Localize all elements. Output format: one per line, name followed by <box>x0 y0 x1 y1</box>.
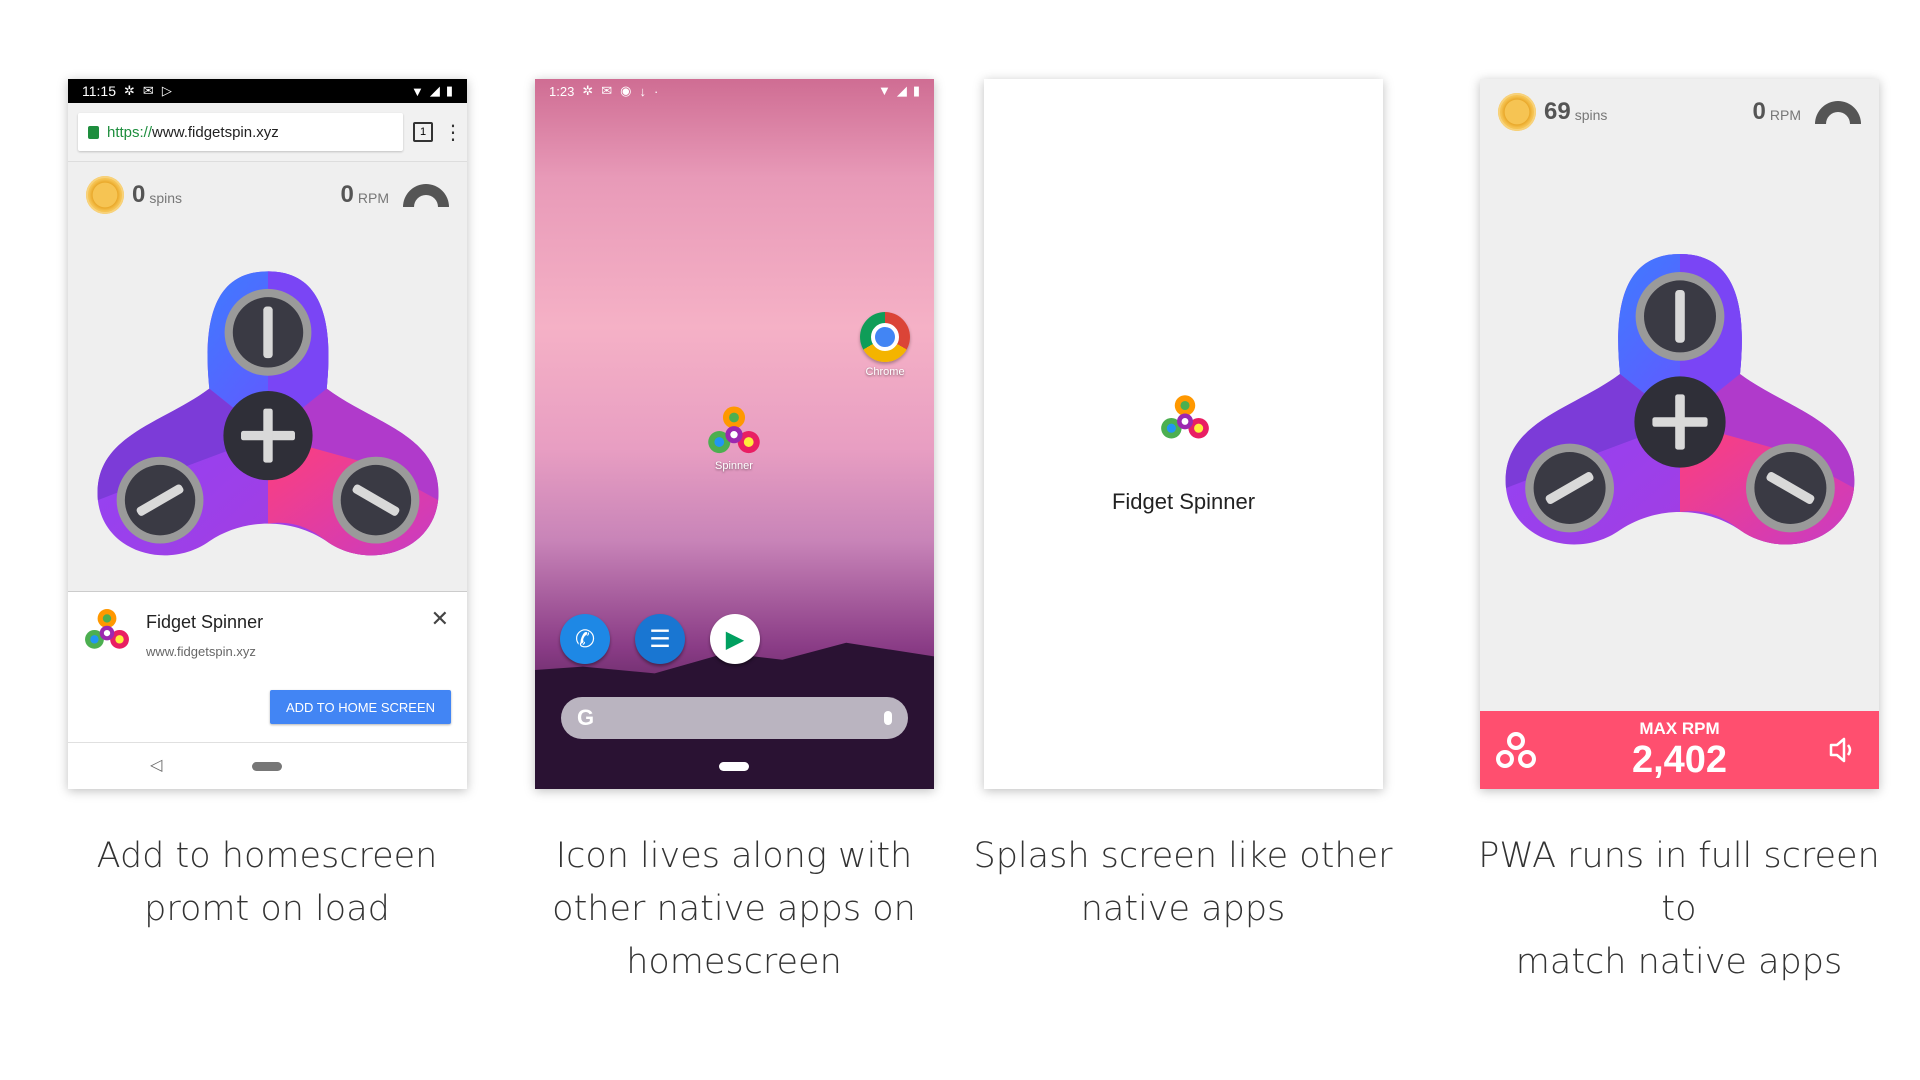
chrome-label: Chrome <box>865 366 905 378</box>
caption-line: PWA runs in full screen to <box>1478 836 1880 929</box>
caption-line: promt on load <box>144 889 390 929</box>
rpm-unit: RPM <box>1769 107 1801 123</box>
spins-count: 0 <box>132 181 146 208</box>
dot-icon: · <box>653 83 659 99</box>
counter-row: 69 spins 0 RPM <box>1498 93 1861 131</box>
caption-line: other native apps on <box>552 889 916 929</box>
caption-icon-lives: Icon lives along with other native apps … <box>524 830 944 989</box>
play-icon: ▷ <box>161 83 172 98</box>
spinner-app[interactable]: Spinner <box>704 405 764 472</box>
signal-icon: ◢ <box>896 83 907 98</box>
spinner-label: Spinner <box>715 460 753 472</box>
prompt-url: www.fidgetspin.xyz <box>146 644 256 659</box>
status-bar: 1:23 ✲ ✉ ◉ ↓ · ▼ ◢ ▮ <box>535 79 934 103</box>
battery-icon: ▮ <box>445 83 453 98</box>
download-icon: ↓ <box>639 83 646 99</box>
spins-unit: spins <box>149 190 183 206</box>
phone-icon[interactable]: ✆ <box>560 614 610 664</box>
lock-icon <box>88 125 99 139</box>
caption-fullscreen: PWA runs in full screen to match native … <box>1469 830 1889 989</box>
caption-line: Add to homescreen <box>96 836 438 876</box>
coin-icon <box>1498 93 1536 131</box>
add-to-home-screen-button[interactable]: ADD TO HOME SCREEN <box>270 690 451 724</box>
spinner-app-icon <box>85 609 129 649</box>
fidget-spinner[interactable] <box>1500 239 1860 569</box>
max-rpm-value: 2,402 <box>1631 739 1728 781</box>
home-button[interactable] <box>252 762 282 771</box>
fullscreen-app: 69 spins 0 RPM MAX RPM 2,402 <box>1480 79 1879 789</box>
rpm-unit: RPM <box>357 190 389 206</box>
chrome-app[interactable]: Chrome <box>855 312 915 378</box>
messages-icon[interactable]: ☰ <box>635 614 685 664</box>
caption-line: Splash screen like other <box>973 836 1393 876</box>
max-rpm-bar: MAX RPM 2,402 <box>1480 711 1879 789</box>
spinner-icon <box>1161 395 1209 439</box>
caption-splash-screen: Splash screen like other native apps <box>973 830 1393 936</box>
spins-unit: spins <box>1574 107 1608 123</box>
caption-line: native apps <box>1080 889 1286 929</box>
url-host: www.fidgetspin.xyz <box>152 123 279 141</box>
settings-icon: ✲ <box>124 83 135 98</box>
play-store-icon[interactable]: ▶ <box>710 614 760 664</box>
max-rpm-label: MAX RPM <box>1639 719 1720 738</box>
caption-add-to-homescreen: Add to homescreen promt on load <box>57 830 477 936</box>
spins-count: 69 <box>1544 98 1571 125</box>
homescreen: 1:23 ✲ ✉ ◉ ↓ · ▼ ◢ ▮ Chrome Spinner ✆ ☰ … <box>535 79 934 789</box>
gmail-icon: ✉ <box>142 83 154 98</box>
google-search-bar[interactable]: G <box>561 697 908 739</box>
mic-icon[interactable] <box>884 711 892 725</box>
url-toolbar: https://www.fidgetspin.xyz 1 ⋮ <box>68 103 467 162</box>
add-to-home-prompt: Fidget Spinner www.fidgetspin.xyz ✕ ADD … <box>68 591 467 744</box>
caption-line: Icon lives along with <box>555 836 913 876</box>
close-icon[interactable]: ✕ <box>431 606 449 632</box>
volume-icon[interactable] <box>1827 735 1857 765</box>
prompt-title: Fidget Spinner <box>146 612 264 632</box>
caption-line: homescreen <box>626 942 842 982</box>
menu-icon[interactable]: ⋮ <box>443 120 463 145</box>
gauge-icon <box>1815 100 1861 124</box>
home-button[interactable] <box>719 762 749 771</box>
rpm-value: 0 <box>1752 98 1766 125</box>
gmail-icon: ✉ <box>601 83 613 98</box>
settings-icon: ✲ <box>582 83 594 98</box>
status-bar: 11:15 ✲ ✉ ▷ ▼ ◢ ▮ <box>68 79 467 103</box>
browser-screen: 11:15 ✲ ✉ ▷ ▼ ◢ ▮ https://www.fidgetspin… <box>68 79 467 789</box>
splash-screen: Fidget Spinner <box>984 79 1383 789</box>
wifi-icon: ▼ <box>410 83 424 99</box>
wifi-icon: ▼ <box>877 83 891 98</box>
rpm-value: 0 <box>340 181 354 208</box>
splash-title: Fidget Spinner <box>1111 489 1256 514</box>
status-time: 1:23 <box>549 83 575 99</box>
game-area: 0 spins 0 RPM <box>68 162 467 602</box>
coin-icon <box>86 176 124 214</box>
back-icon[interactable]: ◁ <box>150 755 162 775</box>
battery-icon: ▮ <box>912 83 920 98</box>
status-time: 11:15 <box>82 83 116 99</box>
caption-line: match native apps <box>1515 942 1843 982</box>
counter-row: 0 spins 0 RPM <box>86 176 449 214</box>
address-bar[interactable]: https://www.fidgetspin.xyz <box>78 113 403 151</box>
url-scheme: https:// <box>107 123 153 141</box>
chrome-icon <box>860 312 910 362</box>
game-area: 69 spins 0 RPM MAX RPM 2,402 <box>1480 79 1879 789</box>
navigation-bar: ◁ <box>68 742 467 789</box>
gauge-icon <box>403 183 449 207</box>
fidget-spinner[interactable] <box>92 258 444 578</box>
google-g-icon: G <box>577 705 595 730</box>
signal-icon: ◢ <box>429 83 440 98</box>
chrome-status-icon: ◉ <box>620 83 632 98</box>
spinner-icon <box>708 406 760 454</box>
tabs-icon[interactable]: 1 <box>413 122 433 142</box>
